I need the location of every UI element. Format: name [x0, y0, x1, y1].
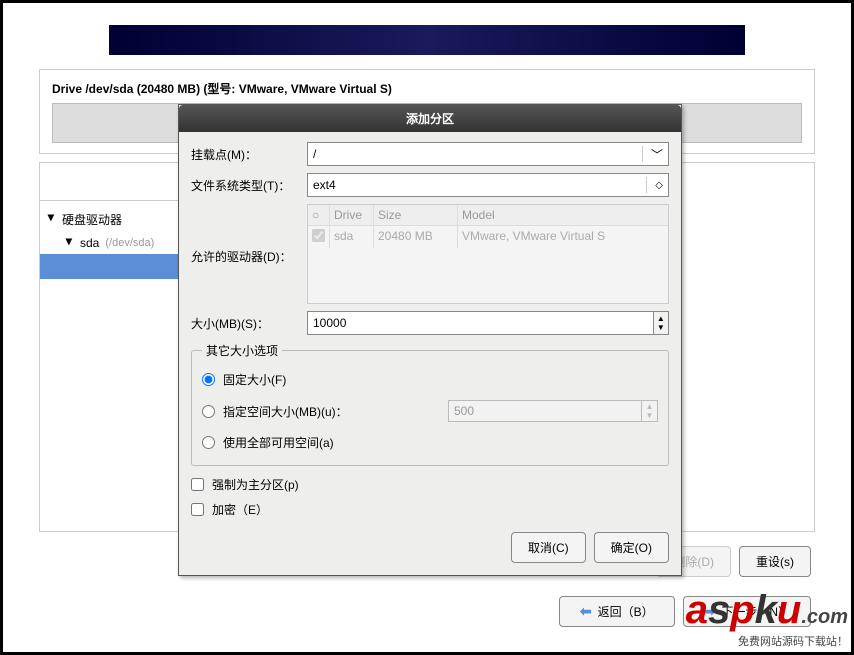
radio-fixed-label: 固定大小(F) — [223, 371, 286, 388]
fillto-spinner: ▲▼ — [448, 400, 658, 422]
row-size: 20480 MB — [374, 226, 458, 248]
tree-dev-path: (/dev/sda) — [105, 237, 154, 249]
th-model: Model — [458, 205, 668, 225]
fs-type-label: 文件系统类型(T)： — [191, 177, 307, 194]
th-size: Size — [374, 205, 458, 225]
th-drive: Drive — [330, 205, 374, 225]
caret-icon: ▶ — [46, 215, 57, 225]
fs-type-combo[interactable]: ext4 ◇ — [307, 173, 669, 197]
radio-fixed-row[interactable]: 固定大小(F) — [202, 365, 658, 394]
tree-label: 硬盘驱动器 — [62, 211, 122, 228]
radio-fillto-label: 指定空间大小(MB)(u)： — [223, 403, 348, 420]
row-checkbox — [312, 229, 325, 242]
fillto-input — [448, 400, 642, 422]
radio-fillto[interactable] — [202, 405, 215, 418]
reset-button[interactable]: 重设(s) — [739, 546, 811, 577]
radio-fixed[interactable] — [202, 373, 215, 386]
caret-icon: ▶ — [64, 238, 75, 248]
spinner-buttons[interactable]: ▲▼ — [654, 311, 669, 335]
row-model: VMware, VMware Virtual S — [458, 226, 668, 248]
primary-checkbox[interactable] — [191, 478, 204, 491]
allowed-drives-row: 允许的驱动器(D)： ○ Drive Size Model sda 20480 … — [191, 204, 669, 304]
dialog-body: 挂载点(M)： / ﹀ 文件系统类型(T)： ext4 ◇ — [179, 132, 681, 575]
radio-fillall-row[interactable]: 使用全部可用空间(a) — [202, 428, 658, 457]
mount-point-label: 挂载点(M)： — [191, 146, 307, 163]
primary-check-row[interactable]: 强制为主分区(p) — [191, 472, 669, 497]
size-options-fieldset: 其它大小选项 固定大小(F) 指定空间大小(MB)(u)： ▲▼ 使 — [191, 342, 669, 466]
chevron-down-icon: ﹀ — [642, 146, 663, 162]
extra-checks: 强制为主分区(p) 加密（E） — [191, 466, 669, 522]
watermark: aspku.com 免费网站源码下载站！ — [686, 588, 848, 649]
drive-title: Drive /dev/sda (20480 MB) (型号: VMware, V… — [52, 80, 802, 103]
encrypt-check-row[interactable]: 加密（E） — [191, 497, 669, 522]
spinner-buttons: ▲▼ — [642, 400, 658, 422]
size-options-legend: 其它大小选项 — [202, 342, 282, 359]
dialog-titlebar[interactable]: 添加分区 — [179, 105, 681, 132]
back-label: 返回（B） — [598, 603, 654, 620]
radio-fillall[interactable] — [202, 436, 215, 449]
top-banner — [109, 25, 745, 55]
th-check: ○ — [308, 205, 330, 225]
row-drive: sda — [330, 226, 374, 248]
arrow-left-icon: ⬅ — [580, 603, 592, 620]
size-input[interactable] — [307, 311, 654, 335]
mount-point-combo[interactable]: / ﹀ — [307, 142, 669, 166]
encrypt-checkbox[interactable] — [191, 503, 204, 516]
allowed-drives-label: 允许的驱动器(D)： — [191, 204, 307, 265]
tree-label: sda — [80, 236, 99, 250]
back-button[interactable]: ⬅ 返回（B） — [559, 596, 675, 627]
mount-point-row: 挂载点(M)： / ﹀ — [191, 142, 669, 166]
fs-type-row: 文件系统类型(T)： ext4 ◇ — [191, 173, 669, 197]
size-label: 大小(MB)(S)： — [191, 315, 307, 332]
size-row: 大小(MB)(S)： ▲▼ — [191, 311, 669, 335]
ok-button[interactable]: 确定(O) — [594, 532, 669, 563]
primary-label: 强制为主分区(p) — [212, 476, 299, 493]
radio-fillall-label: 使用全部可用空间(a) — [223, 434, 334, 451]
page-root: Drive /dev/sda (20480 MB) (型号: VMware, V… — [3, 3, 851, 652]
watermark-logo: aspku.com — [686, 588, 848, 633]
table-header: ○ Drive Size Model — [308, 205, 668, 226]
mount-point-value: / — [313, 147, 316, 161]
dialog-button-row: 取消(C) 确定(O) — [191, 522, 669, 563]
cancel-button[interactable]: 取消(C) — [511, 532, 586, 563]
fs-type-value: ext4 — [313, 178, 336, 192]
allowed-drives-table[interactable]: ○ Drive Size Model sda 20480 MB VMware, … — [307, 204, 669, 304]
table-row[interactable]: sda 20480 MB VMware, VMware Virtual S — [308, 226, 668, 248]
watermark-sub: 免费网站源码下载站！ — [686, 633, 848, 649]
add-partition-dialog: 添加分区 挂载点(M)： / ﹀ 文件系统类型(T)： ext4 ◇ — [178, 104, 682, 576]
encrypt-label: 加密（E） — [212, 501, 268, 518]
updown-icon: ◇ — [646, 177, 663, 193]
radio-fillto-row[interactable]: 指定空间大小(MB)(u)： ▲▼ — [202, 394, 658, 428]
